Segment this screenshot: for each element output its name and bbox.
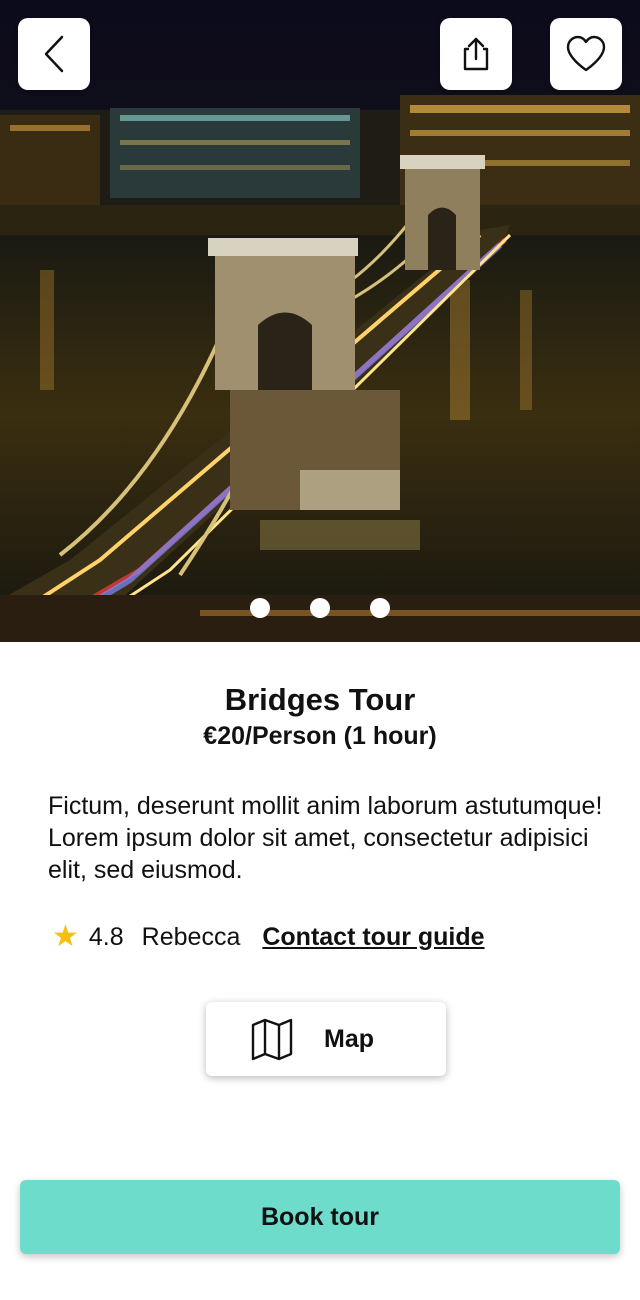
tour-description: Fictum, deserunt mollit anim laborum ast… (48, 792, 603, 884)
share-button[interactable] (440, 18, 512, 90)
tour-meta: ★ 4.8 Rebecca Contact tour guide (52, 920, 485, 954)
favorite-button[interactable] (550, 18, 622, 90)
star-icon: ★ (52, 920, 79, 953)
map-icon (251, 1018, 293, 1061)
map-button-label: Map (324, 1024, 374, 1053)
map-button[interactable]: Map (206, 1002, 446, 1076)
gallery-dot[interactable] (370, 598, 390, 618)
tour-price: €20/Person (1 hour) (203, 722, 437, 750)
contact-guide-link[interactable]: Contact tour guide (262, 923, 484, 952)
gallery-pagination (0, 598, 640, 618)
chevron-left-icon (44, 35, 64, 73)
book-tour-button[interactable]: Book tour (20, 1180, 620, 1254)
bridge-night-photo (0, 0, 640, 642)
hero-image (0, 0, 640, 642)
heart-icon (566, 35, 606, 72)
back-button[interactable] (18, 18, 90, 90)
gallery-dot[interactable] (250, 598, 270, 618)
gallery-dot[interactable] (310, 598, 330, 618)
rating-value: 4.8 (88, 922, 124, 951)
tour-title: Bridges Tour (224, 682, 416, 717)
share-icon (463, 37, 489, 71)
guide-name: Rebecca (141, 922, 241, 951)
